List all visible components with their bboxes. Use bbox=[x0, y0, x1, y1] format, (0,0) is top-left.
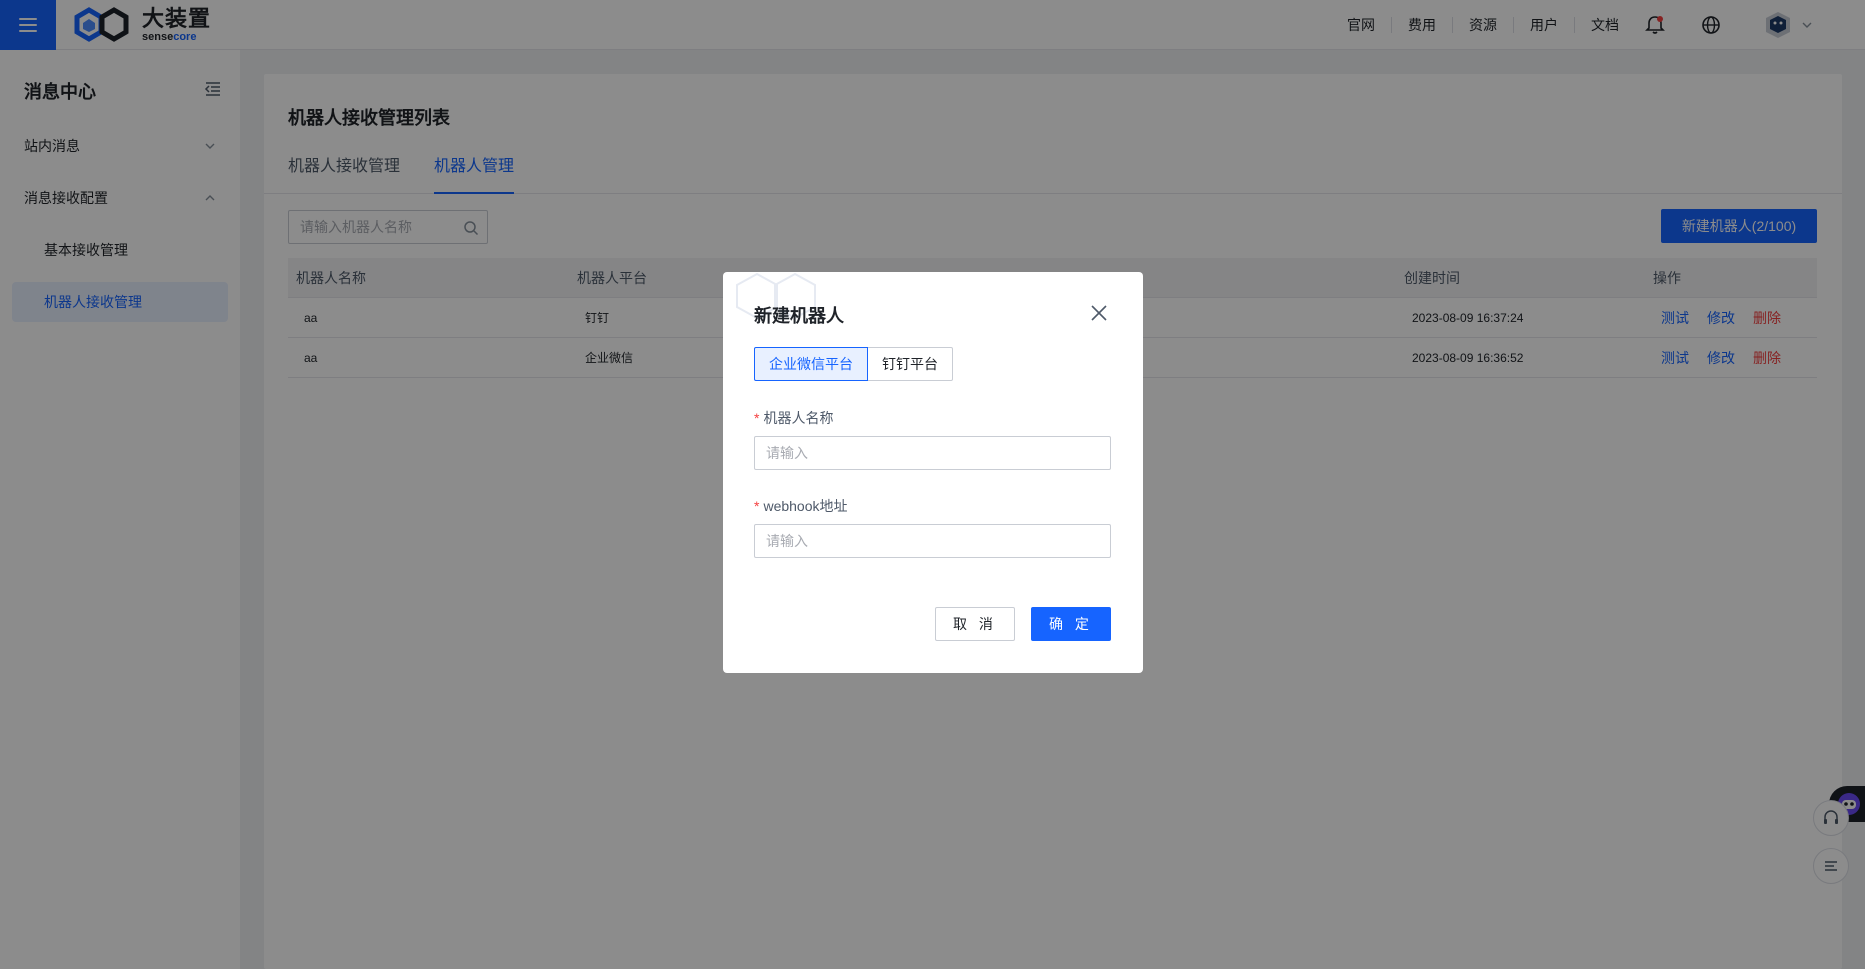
dialog-title: 新建机器人 bbox=[754, 306, 844, 326]
platform-switch: 企业微信平台 钉钉平台 bbox=[754, 347, 953, 381]
webhook-label: * webhook地址 bbox=[754, 498, 848, 514]
new-robot-dialog: 新建机器人 企业微信平台 钉钉平台 *机器人名称 *webhook地址 取 消 … bbox=[723, 272, 1143, 673]
platform-dingtalk-button[interactable]: 钉钉平台 bbox=[868, 347, 953, 381]
platform-wecom-button[interactable]: 企业微信平台 bbox=[754, 347, 868, 381]
robot-name-input[interactable] bbox=[754, 436, 1111, 470]
close-icon[interactable] bbox=[1090, 304, 1108, 322]
webhook-input[interactable] bbox=[754, 524, 1111, 558]
robot-name-label: * 机器人名称 bbox=[754, 410, 834, 426]
cancel-button[interactable]: 取 消 bbox=[935, 607, 1015, 641]
confirm-button[interactable]: 确 定 bbox=[1031, 607, 1111, 641]
